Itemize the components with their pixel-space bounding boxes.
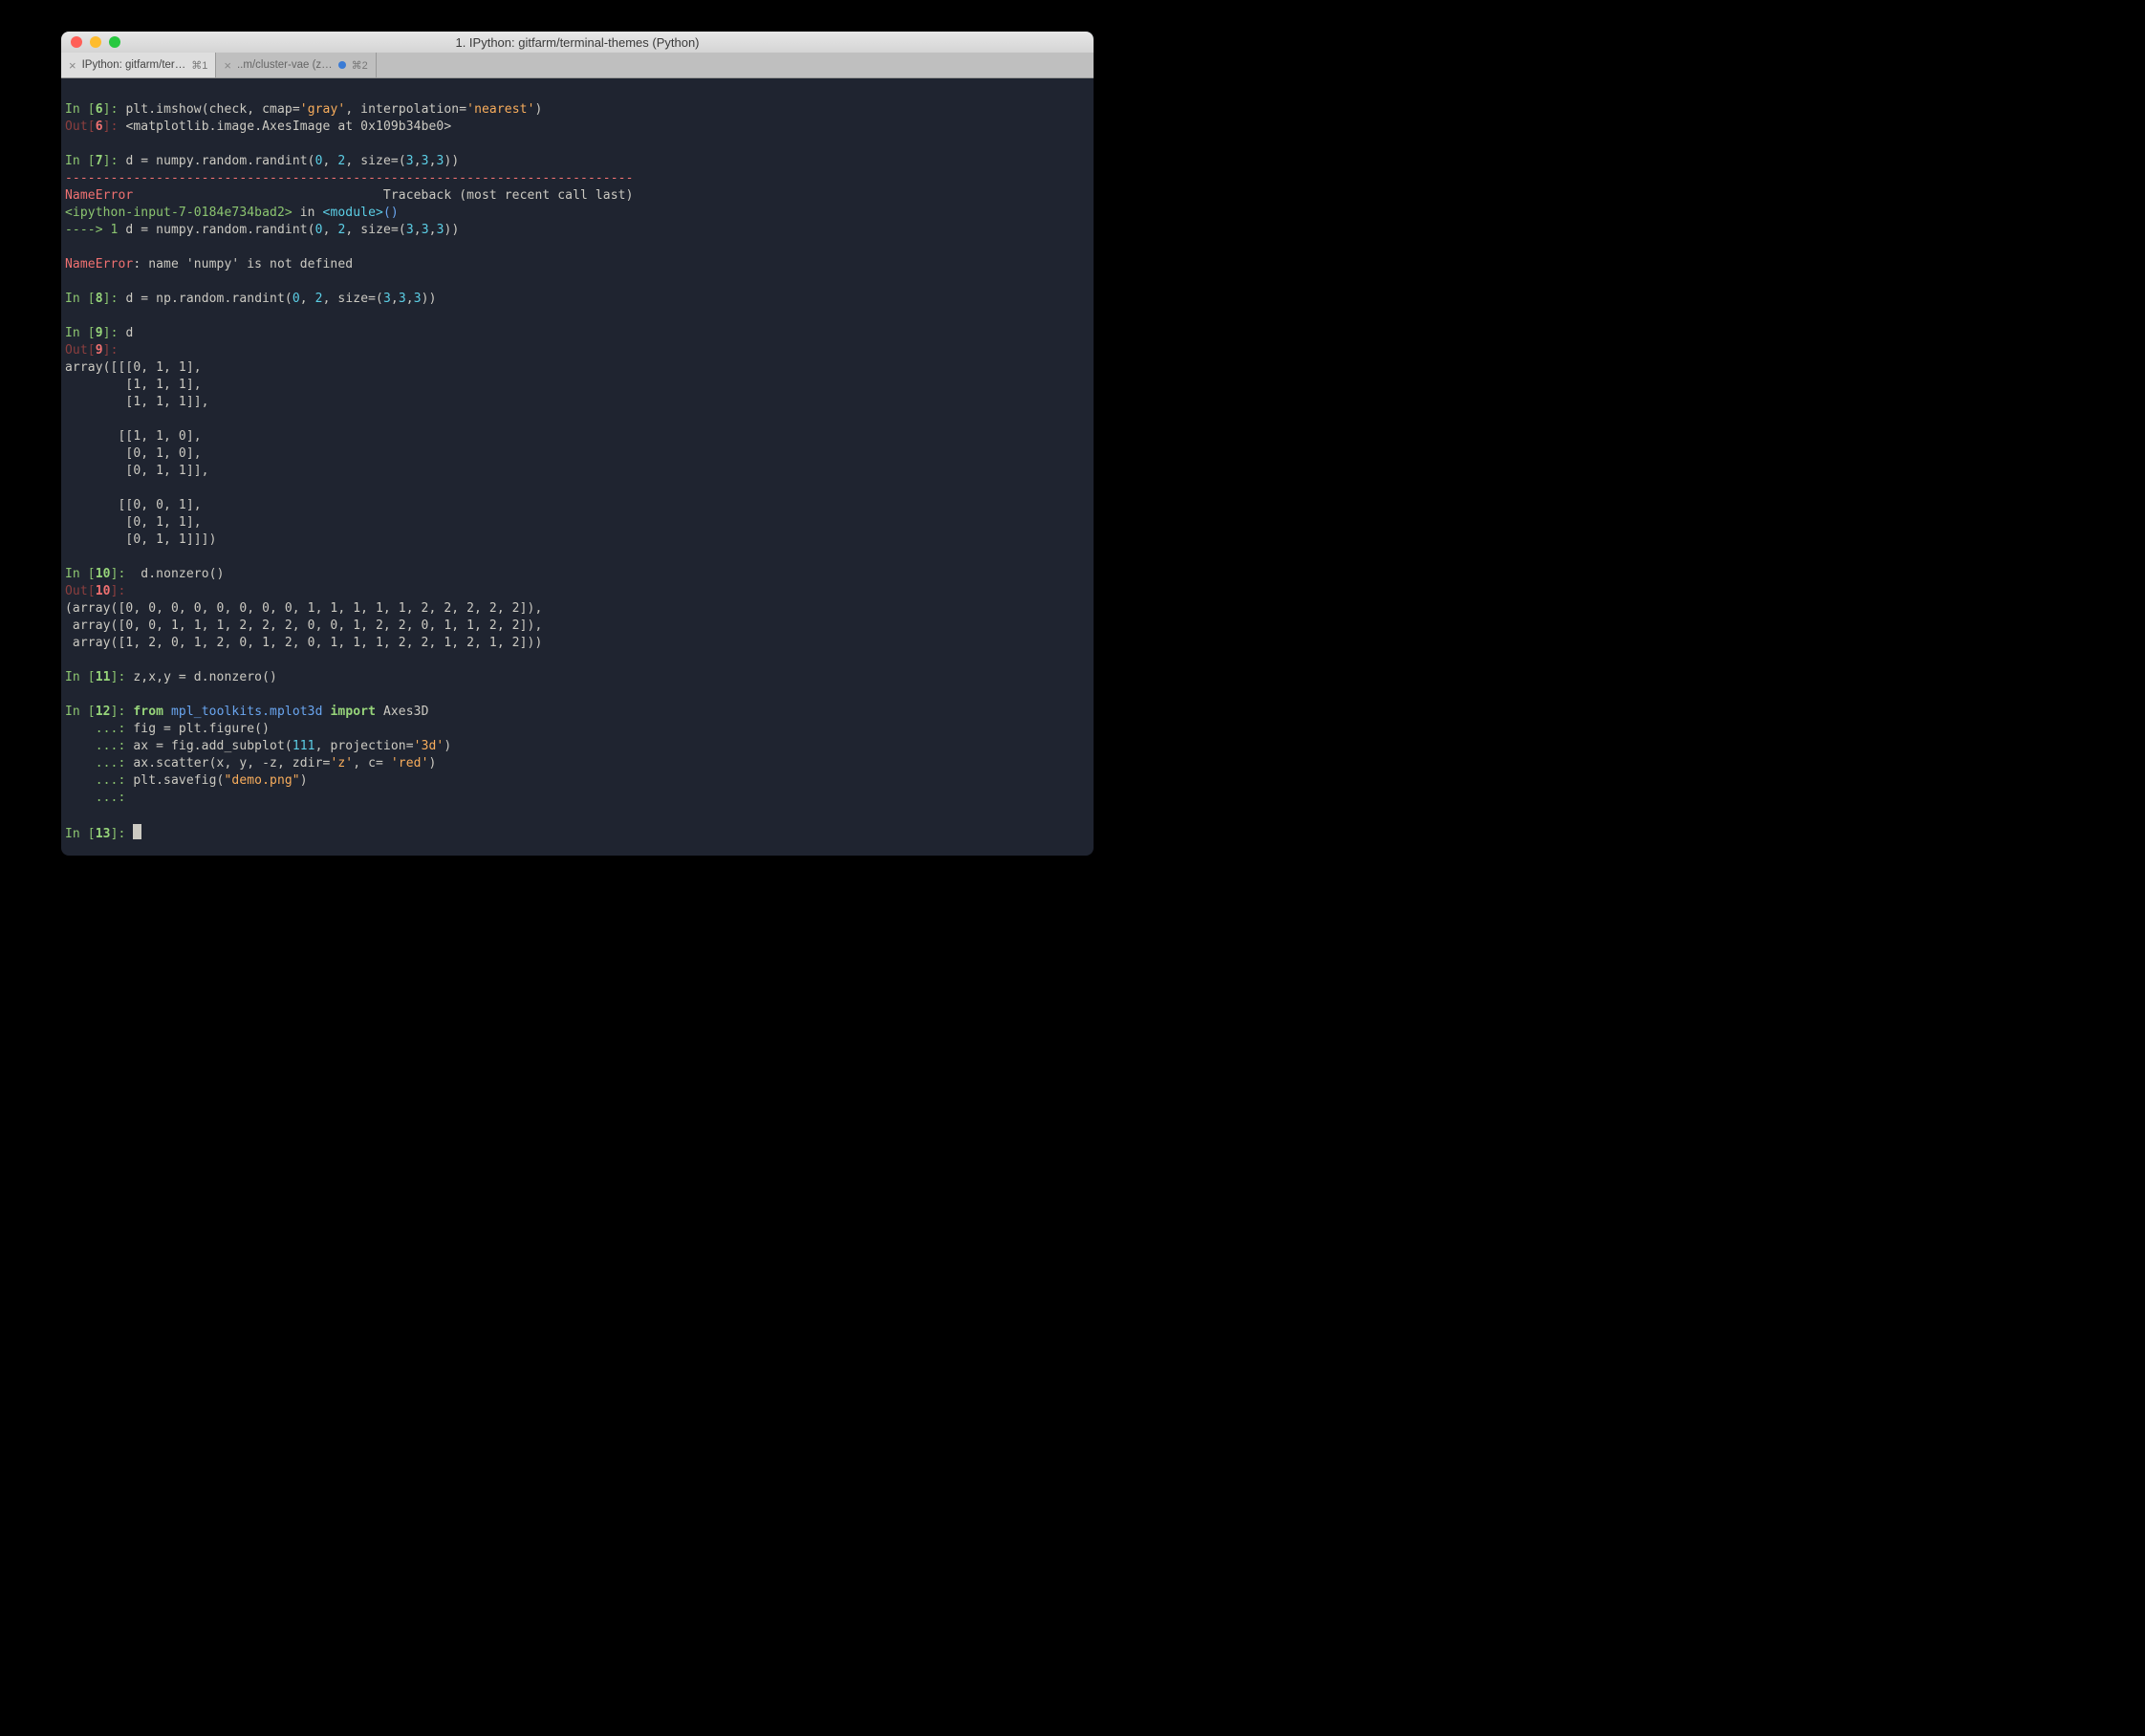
out-prompt-num: 6 (96, 119, 103, 134)
out-prompt: Out[ (65, 584, 96, 598)
zoom-icon[interactable] (109, 36, 120, 48)
minimize-icon[interactable] (90, 36, 101, 48)
out-prompt: Out[ (65, 343, 96, 358)
tab-label: IPython: gitfarm/ter… (82, 59, 186, 71)
output-repr: <matplotlib.image.AxesImage at 0x109b34b… (125, 119, 451, 134)
in-prompt: In [ (65, 154, 96, 168)
string-literal: 'gray' (300, 102, 346, 117)
in-prompt: In [ (65, 326, 96, 340)
window-title: 1. IPython: gitfarm/terminal-themes (Pyt… (61, 35, 1094, 50)
code-line: plt.imshow(check, cmap= (125, 102, 299, 117)
error-name: NameError (65, 257, 133, 271)
array-output: array([[[0, 1, 1], (65, 360, 202, 375)
traceback-header: Traceback (most recent call last) (133, 188, 633, 203)
continuation-prompt: ...: (65, 773, 133, 788)
code-line: z,x,y = d.nonzero() (133, 670, 277, 684)
traffic-lights (71, 36, 120, 48)
modified-dot-icon (338, 61, 346, 69)
keyword-import: import (330, 705, 376, 719)
in-prompt: In [ (65, 292, 96, 306)
in-prompt-num: 6 (96, 102, 103, 117)
code-line: d (125, 326, 133, 340)
terminal-window: 1. IPython: gitfarm/terminal-themes (Pyt… (61, 32, 1094, 856)
code-line: d = np.random.randint( (125, 292, 292, 306)
tab-hotkey: ⌘2 (352, 59, 368, 72)
close-tab-icon[interactable]: × (69, 58, 76, 73)
tab-ipython[interactable]: × IPython: gitfarm/ter… ⌘1 (61, 53, 216, 77)
titlebar[interactable]: 1. IPython: gitfarm/terminal-themes (Pyt… (61, 32, 1094, 53)
module-name: mpl_toolkits.mplot3d (163, 705, 330, 719)
tab-bar: × IPython: gitfarm/ter… ⌘1 × ..m/cluster… (61, 53, 1094, 78)
traceback-scope: <module> (323, 206, 383, 220)
continuation-prompt: ...: (65, 791, 133, 805)
in-prompt: In [ (65, 705, 96, 719)
continuation-prompt: ...: (65, 739, 133, 753)
traceback-file: <ipython-input-7-0184e734bad2> (65, 206, 292, 220)
in-prompt: In [ (65, 567, 96, 581)
close-tab-icon[interactable]: × (224, 58, 231, 73)
tab-label: ..m/cluster-vae (z… (237, 59, 333, 71)
traceback-arrow: ----> 1 (65, 223, 119, 237)
tab-hotkey: ⌘1 (191, 59, 207, 72)
array-output: (array([0, 0, 0, 0, 0, 0, 0, 0, 1, 1, 1,… (65, 601, 542, 616)
code-line: fig = plt.figure() (133, 722, 270, 736)
code-line: d.nonzero() (141, 567, 224, 581)
terminal-body[interactable]: In [6]: plt.imshow(check, cmap='gray', i… (61, 78, 1094, 843)
string-literal: 'nearest' (466, 102, 534, 117)
in-prompt: In [ (65, 670, 96, 684)
out-prompt: Out[ (65, 119, 96, 134)
cursor[interactable] (133, 824, 141, 839)
traceback-divider: ----------------------------------------… (65, 171, 634, 185)
error-name: NameError (65, 188, 133, 203)
continuation-prompt: ...: (65, 756, 133, 770)
code-line: d = numpy.random.randint( (125, 154, 314, 168)
tab-cluster-vae[interactable]: × ..m/cluster-vae (z… ⌘2 (216, 53, 376, 77)
keyword-from: from (133, 705, 163, 719)
close-icon[interactable] (71, 36, 82, 48)
in-prompt: In [ (65, 102, 96, 117)
continuation-prompt: ...: (65, 722, 133, 736)
in-prompt: In [ (65, 827, 96, 841)
error-message: : name 'numpy' is not defined (133, 257, 353, 271)
